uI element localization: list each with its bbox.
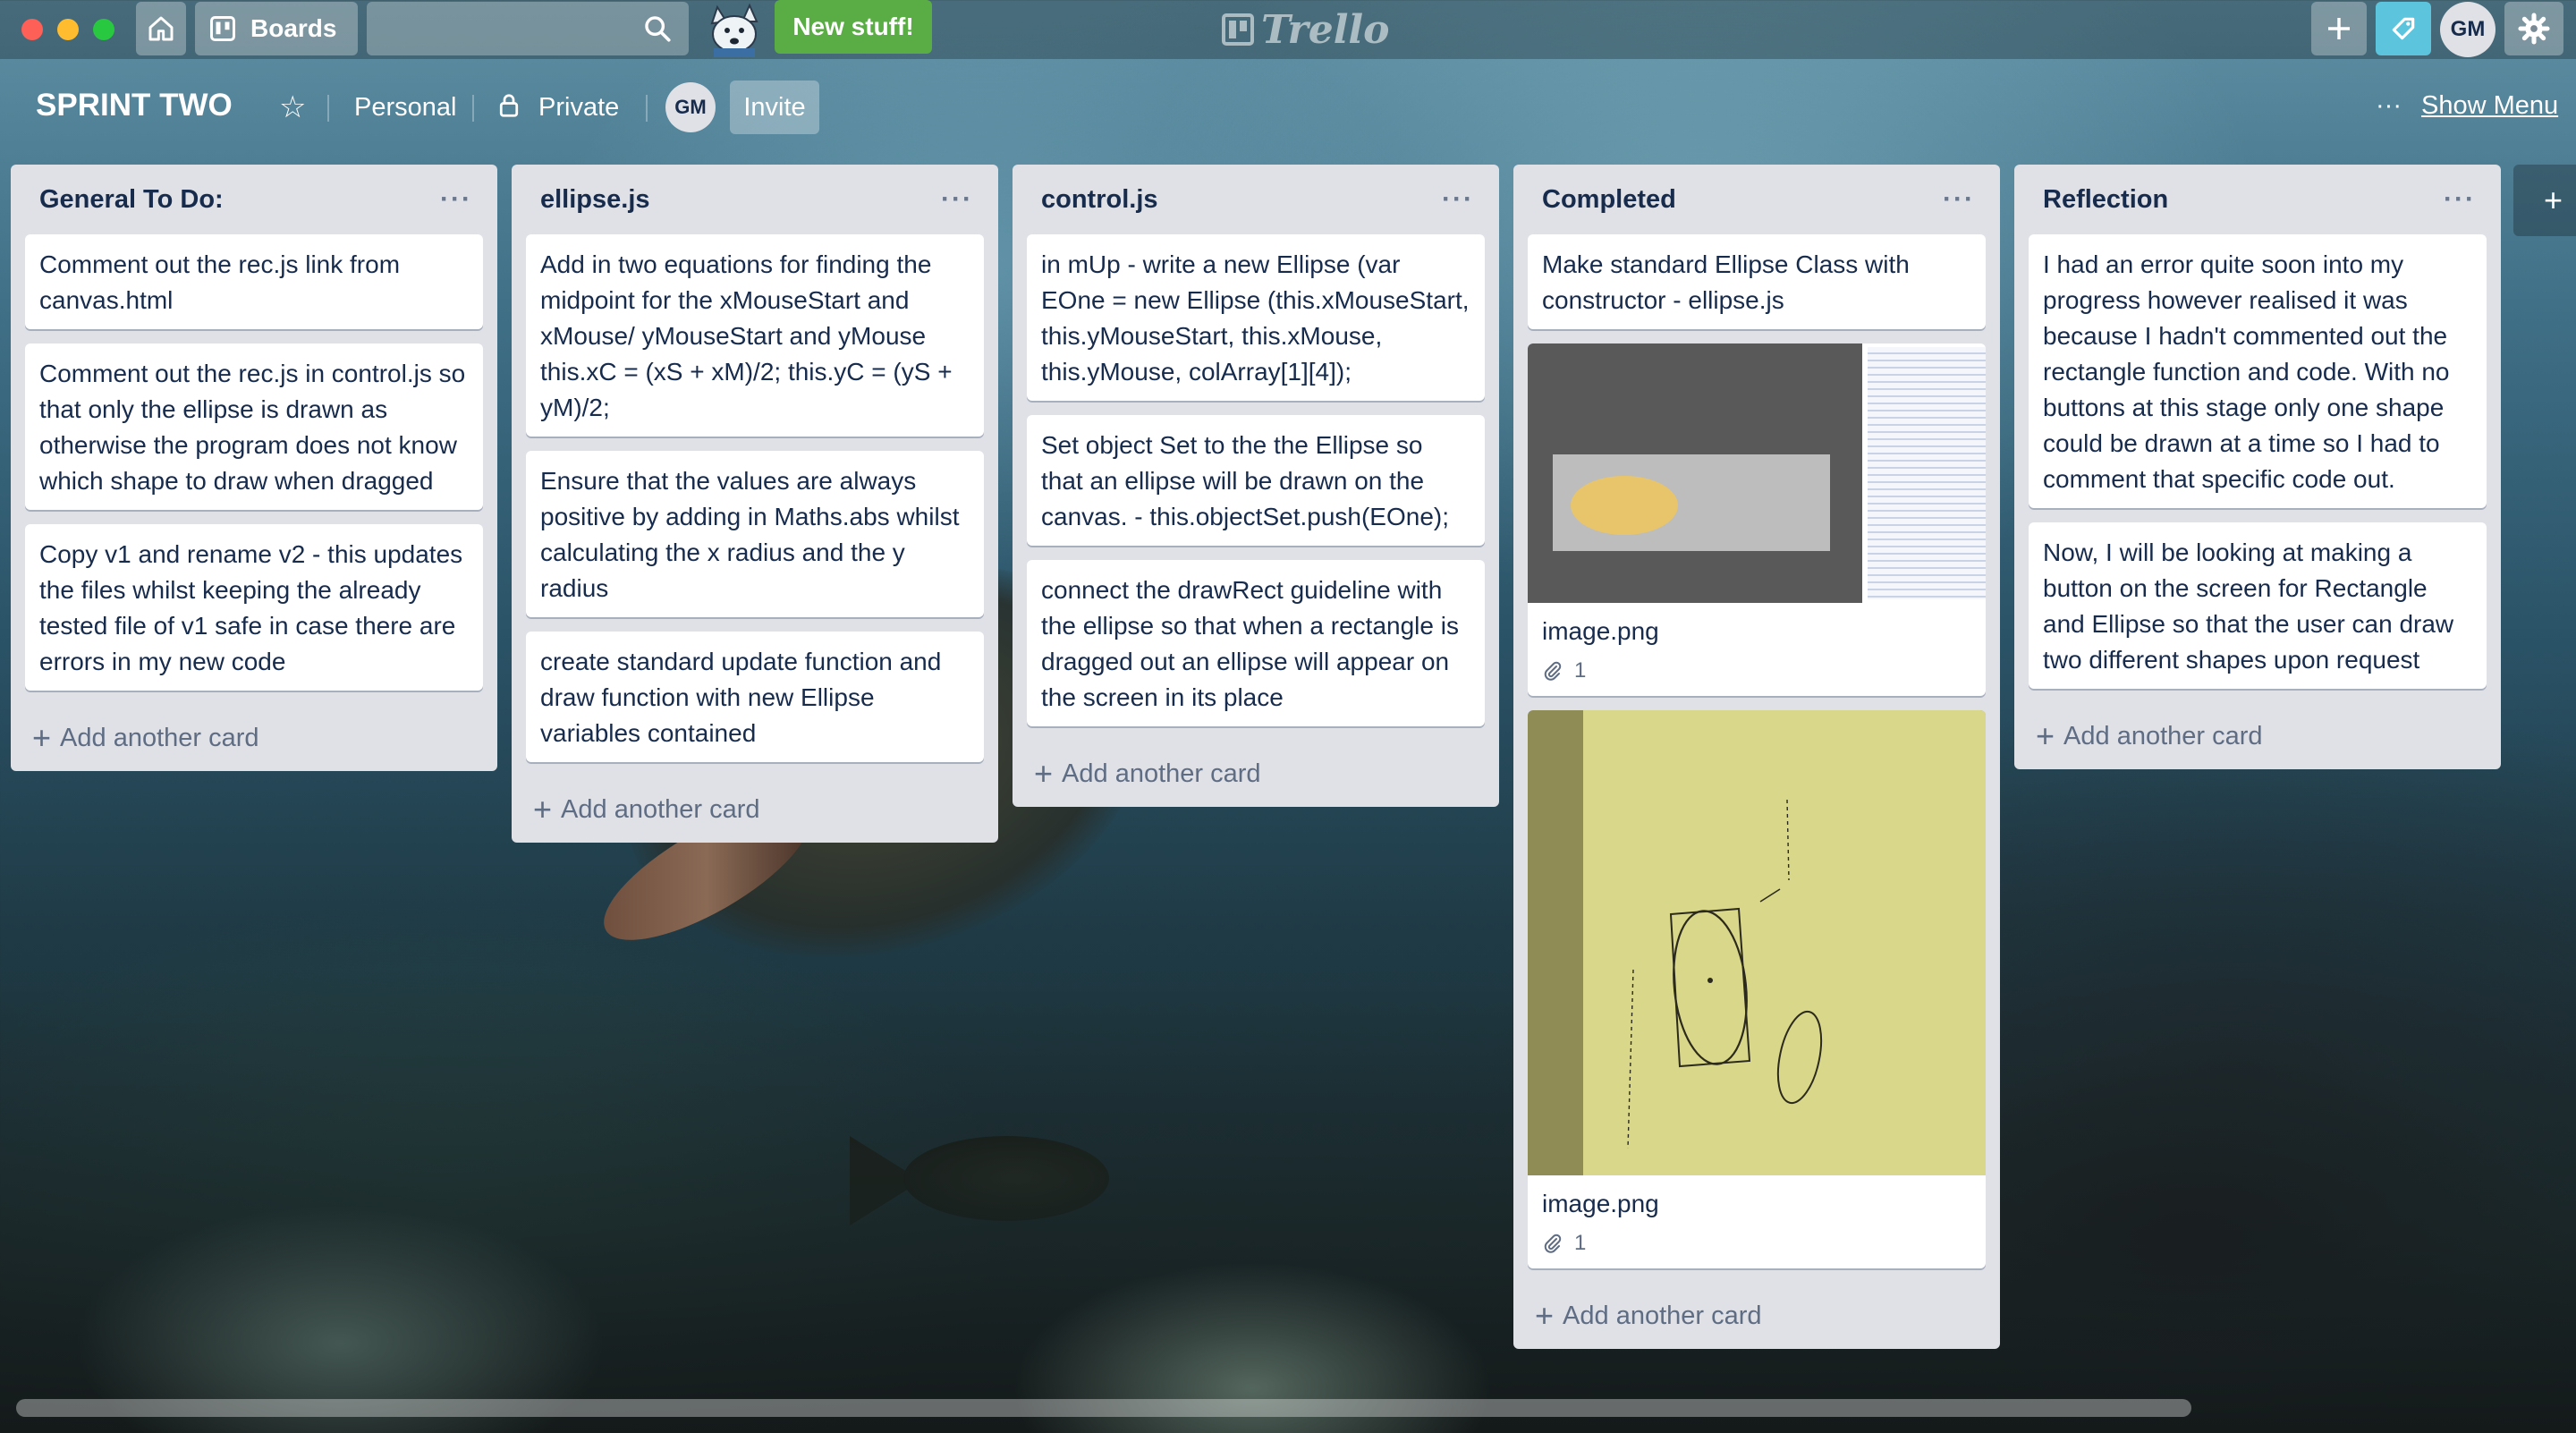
list-control-js: control.js ··· in mUp - write a new Elli… xyxy=(1013,165,1499,807)
card[interactable]: in mUp - write a new Ellipse (var EOne =… xyxy=(1027,234,1485,401)
search-icon xyxy=(645,16,671,42)
card[interactable]: Ensure that the values are always positi… xyxy=(526,451,984,617)
window-zoom-button[interactable] xyxy=(93,19,114,40)
plus-icon: + xyxy=(32,719,52,756)
board-team[interactable]: Personal xyxy=(354,93,456,123)
card[interactable]: Comment out the rec.js in control.js so … xyxy=(25,343,483,510)
add-card-button[interactable]: + Add another card xyxy=(1027,741,1485,807)
card[interactable]: Now, I will be looking at making a butto… xyxy=(2029,522,2487,689)
trello-logo-icon xyxy=(1222,13,1254,46)
gear-icon xyxy=(2518,13,2550,45)
plus-icon xyxy=(2328,18,2350,39)
add-card-button[interactable]: + Add another card xyxy=(2029,703,2487,769)
list-completed: Completed ··· Make standard Ellipse Clas… xyxy=(1513,165,2000,1349)
card-title: image.png xyxy=(1542,617,1659,645)
card[interactable]: create standard update function and draw… xyxy=(526,632,984,762)
background-reef xyxy=(0,968,2576,1433)
board-visibility[interactable]: Private xyxy=(538,93,619,123)
add-card-label: Add another card xyxy=(60,723,259,752)
invite-button[interactable]: Invite xyxy=(730,81,819,134)
attachment-count: 1 xyxy=(1574,1231,1587,1255)
add-card-label: Add another card xyxy=(1062,759,1261,788)
new-stuff-button[interactable]: New stuff! xyxy=(775,0,932,54)
more-icon: ··· xyxy=(2376,91,2402,120)
list-general-to-do: General To Do: ··· Comment out the rec.j… xyxy=(11,165,497,771)
list-menu-icon[interactable]: ··· xyxy=(440,184,472,215)
home-icon xyxy=(148,16,174,41)
boards-icon xyxy=(210,16,235,41)
add-card-label: Add another card xyxy=(1563,1301,1762,1330)
tag-icon xyxy=(2392,17,2415,40)
add-card-label: Add another card xyxy=(2063,721,2263,750)
window-minimize-button[interactable] xyxy=(57,19,79,40)
header-divider xyxy=(646,95,648,122)
card[interactable]: Add in two equations for finding the mid… xyxy=(526,234,984,437)
list-ellipse-js: ellipse.js ··· Add in two equations for … xyxy=(512,165,998,843)
plus-icon: + xyxy=(533,791,553,827)
list-menu-icon[interactable]: ··· xyxy=(1943,184,1975,215)
header-divider xyxy=(472,95,474,122)
list-title[interactable]: Reflection xyxy=(2043,185,2168,215)
card[interactable]: I had an error quite soon into my progre… xyxy=(2029,234,2487,508)
list-menu-icon[interactable]: ··· xyxy=(2444,184,2476,215)
plus-icon: + xyxy=(2036,717,2055,754)
settings-button[interactable] xyxy=(2504,2,2563,55)
paperclip-icon xyxy=(1544,1234,1562,1253)
taco-mascot-icon[interactable] xyxy=(703,2,766,57)
show-menu-label: Show Menu xyxy=(2420,91,2559,120)
card-cover-screenshot xyxy=(1528,343,1986,603)
card[interactable]: Set object Set to the the Ellipse so tha… xyxy=(1027,415,1485,546)
image-card[interactable]: image.png 1 xyxy=(1528,710,1986,1268)
boards-button[interactable]: Boards xyxy=(195,2,358,55)
plus-icon: + xyxy=(1034,755,1054,792)
add-card-button[interactable]: + Add another card xyxy=(1528,1283,1986,1349)
member-avatar[interactable]: GM xyxy=(665,82,716,132)
add-list-button[interactable]: + xyxy=(2513,165,2576,236)
attachment-count: 1 xyxy=(1574,658,1587,683)
home-button[interactable] xyxy=(136,2,186,55)
image-card[interactable]: image.png 1 xyxy=(1528,343,1986,696)
paperclip-icon xyxy=(1544,661,1562,681)
add-card-button[interactable]: + Add another card xyxy=(25,705,483,771)
board-title[interactable]: SPRINT TWO xyxy=(36,88,233,123)
card-cover-photo xyxy=(1528,710,1986,1175)
lock-icon xyxy=(497,92,521,125)
star-icon[interactable]: ☆ xyxy=(279,89,306,125)
list-reflection: Reflection ··· I had an error quite soon… xyxy=(2014,165,2501,769)
card[interactable]: Make standard Ellipse Class with constru… xyxy=(1528,234,1986,329)
list-title[interactable]: control.js xyxy=(1041,185,1158,215)
list-menu-icon[interactable]: ··· xyxy=(1442,184,1474,215)
horizontal-scrollbar[interactable] xyxy=(16,1399,2191,1417)
list-title[interactable]: ellipse.js xyxy=(540,185,650,215)
show-menu-button[interactable]: ··· Show Menu xyxy=(2376,91,2558,121)
header-divider xyxy=(327,95,329,122)
card[interactable]: Comment out the rec.js link from canvas.… xyxy=(25,234,483,329)
user-avatar[interactable]: GM xyxy=(2440,2,2496,57)
boards-label: Boards xyxy=(250,14,337,42)
card-title: image.png xyxy=(1542,1190,1659,1217)
tips-button[interactable] xyxy=(2376,2,2431,55)
create-button[interactable] xyxy=(2311,2,2367,55)
list-title[interactable]: Completed xyxy=(1542,185,1676,215)
list-title[interactable]: General To Do: xyxy=(39,185,224,215)
trello-logo-text: Trello xyxy=(1261,6,1390,53)
card[interactable]: Copy v1 and rename v2 - this updates the… xyxy=(25,524,483,691)
window-close-button[interactable] xyxy=(21,19,43,40)
add-card-label: Add another card xyxy=(561,794,760,824)
trello-logo[interactable]: Trello xyxy=(1222,6,1390,53)
list-menu-icon[interactable]: ··· xyxy=(941,184,973,215)
add-card-button[interactable]: + Add another card xyxy=(526,776,984,843)
card[interactable]: connect the drawRect guideline with the … xyxy=(1027,560,1485,726)
search-input[interactable] xyxy=(367,2,689,55)
plus-icon: + xyxy=(1535,1297,1555,1334)
